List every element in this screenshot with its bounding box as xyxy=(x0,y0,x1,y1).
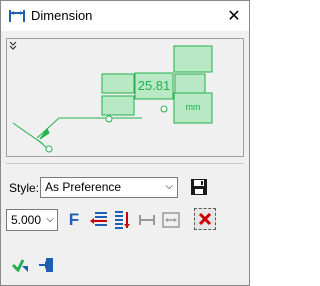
window-title: Dimension xyxy=(31,8,93,23)
font-icon[interactable]: F xyxy=(64,210,84,230)
close-icon[interactable]: ✕ xyxy=(223,5,245,27)
chevron-down-icon: ⌵ xyxy=(165,181,173,192)
dimension-dialog: Dimension ✕ 25.81 mm Style: As Preferenc… xyxy=(0,0,250,286)
preview-handle-right xyxy=(160,105,168,113)
save-icon[interactable] xyxy=(190,178,208,196)
dimension-preview: 25.81 mm xyxy=(6,38,244,157)
dimension-horizontal-icon[interactable] xyxy=(137,210,157,230)
align-vertical-icon[interactable] xyxy=(113,210,133,230)
delete-button[interactable] xyxy=(194,208,216,230)
preview-handle-mid xyxy=(105,115,113,123)
preview-handle-left xyxy=(45,145,53,153)
divider xyxy=(6,163,244,164)
title-bar: Dimension ✕ xyxy=(1,1,249,31)
expand-icon[interactable] xyxy=(7,39,19,51)
dimension-icon xyxy=(9,10,25,22)
ok-icon[interactable] xyxy=(11,256,29,274)
chevron-down-icon: ⌵ xyxy=(46,214,54,225)
preview-box-left-top xyxy=(101,73,135,94)
preview-canvas: 25.81 mm xyxy=(12,45,213,153)
preview-value: 25.81 xyxy=(138,78,171,93)
style-selected-value: As Preference xyxy=(45,180,122,194)
preview-box-top-right xyxy=(173,45,213,73)
style-dropdown[interactable]: As Preference ⌵ xyxy=(40,177,178,198)
preview-unit: mm xyxy=(186,102,201,112)
align-left-icon[interactable] xyxy=(89,210,109,230)
preview-box-right-mid xyxy=(174,73,206,94)
text-size-value: 5.000 xyxy=(11,213,42,227)
dimension-stretch-icon[interactable] xyxy=(161,210,181,230)
delete-icon xyxy=(198,212,212,226)
style-label: Style: xyxy=(9,181,40,195)
apply-icon[interactable] xyxy=(37,256,55,274)
text-size-dropdown[interactable]: 5.000 ⌵ xyxy=(6,209,58,231)
preview-box-left-bottom xyxy=(101,95,135,116)
